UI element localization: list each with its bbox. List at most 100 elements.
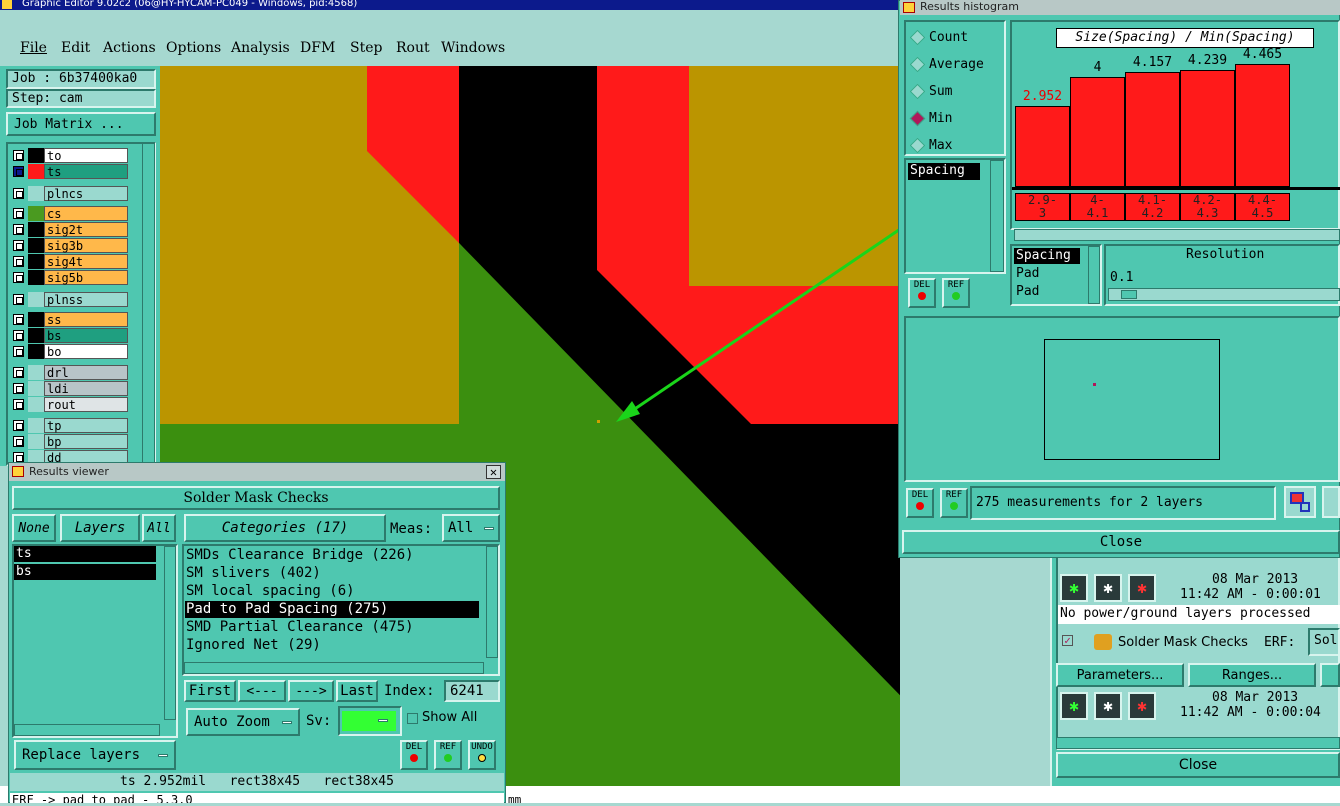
layer-row-to[interactable]: to	[10, 148, 128, 163]
layer-row-plncs[interactable]: plncs	[10, 186, 128, 201]
category-item[interactable]: SMD Partial Clearance (475)	[185, 619, 479, 636]
categories-button[interactable]: Categories (17)	[184, 514, 386, 542]
auto-zoom-select[interactable]: Auto Zoom	[186, 708, 300, 736]
histogram-bar[interactable]	[1070, 77, 1125, 187]
parameters-button[interactable]: Parameters...	[1056, 663, 1184, 687]
layer-checkbox[interactable]	[13, 256, 24, 267]
category-item[interactable]: SM slivers (402)	[185, 565, 479, 582]
run-icon-1[interactable]: ✱	[1060, 574, 1088, 602]
layer-row-tp[interactable]: tp	[10, 418, 128, 433]
last-button[interactable]: Last	[336, 680, 378, 702]
erf-hscroll[interactable]	[1056, 737, 1340, 749]
category-item[interactable]: Ignored Net (29)	[185, 637, 479, 654]
spacing-list-scrollbar[interactable]	[1088, 246, 1100, 304]
layer-row-plnss[interactable]: plnss	[10, 292, 128, 307]
resolution-slider[interactable]	[1108, 288, 1340, 301]
menu-analysis[interactable]: Analysis	[231, 40, 290, 56]
layer-checkbox[interactable]	[13, 436, 24, 447]
replace-layers-select[interactable]: Replace layers	[14, 740, 176, 770]
layer-row-sig5b[interactable]: sig5b	[10, 270, 128, 285]
menu-options[interactable]: Options	[166, 40, 221, 56]
layer-row-cs[interactable]: cs	[10, 206, 128, 221]
rv-layer-item-ts[interactable]: ts	[14, 546, 156, 562]
menu-dfm[interactable]: DFM	[300, 40, 335, 56]
prev-button[interactable]: <---	[238, 680, 286, 702]
menu-edit[interactable]: Edit	[61, 40, 90, 56]
run-icon-5[interactable]: ✱	[1094, 692, 1122, 720]
none-button[interactable]: None	[12, 514, 56, 542]
layer-checkbox[interactable]	[13, 150, 24, 161]
check-enable-checkbox[interactable]: ✓	[1062, 635, 1073, 646]
rv-layer-hscroll[interactable]	[14, 724, 160, 736]
spacing-list-item-2[interactable]: Pad	[1014, 266, 1039, 281]
menu-actions[interactable]: Actions	[103, 40, 156, 56]
resolution-slider-thumb[interactable]	[1121, 290, 1137, 299]
spacing-list-item-3[interactable]: Pad	[1014, 284, 1039, 299]
layer-checkbox[interactable]	[13, 383, 24, 394]
histogram-bar[interactable]	[1015, 106, 1070, 187]
extra-button[interactable]	[1320, 663, 1340, 687]
histogram-close-button[interactable]: Close	[902, 530, 1340, 554]
layer-checkbox[interactable]	[13, 399, 24, 410]
layer-row-ts[interactable]: ts	[10, 164, 128, 179]
erf-close-button[interactable]: Close	[1056, 752, 1340, 778]
layer-row-bo[interactable]: bo	[10, 344, 128, 359]
layer-checkbox[interactable]	[13, 330, 24, 341]
layer-checkbox[interactable]	[13, 188, 24, 199]
preview-ref-button[interactable]: REF	[940, 488, 968, 518]
field-list-item[interactable]: Spacing	[908, 163, 980, 180]
preview-del-button[interactable]: DEL	[906, 488, 934, 518]
run-icon-4[interactable]: ✱	[1060, 692, 1088, 720]
layer-row-bp[interactable]: bp	[10, 434, 128, 449]
rv-undo-button[interactable]: UNDO	[468, 740, 496, 770]
menu-rout[interactable]: Rout	[396, 40, 430, 56]
sv-color-select[interactable]	[338, 706, 402, 736]
layer-list-scrollbar[interactable]	[142, 143, 155, 466]
layer-checkbox[interactable]	[13, 314, 24, 325]
index-input[interactable]: 6241	[444, 680, 500, 702]
layer-row-sig2t[interactable]: sig2t	[10, 222, 128, 237]
layer-row-ldi[interactable]: ldi	[10, 381, 128, 396]
layer-row-sig3b[interactable]: sig3b	[10, 238, 128, 253]
layer-checkbox[interactable]	[13, 224, 24, 235]
show-all-checkbox[interactable]	[407, 713, 418, 724]
run-icon-6[interactable]: ✱	[1128, 692, 1156, 720]
layer-checkbox[interactable]	[13, 272, 24, 283]
layer-checkbox[interactable]	[13, 420, 24, 431]
layer-checkbox[interactable]	[13, 294, 24, 305]
layer-row-ss[interactable]: ss	[10, 312, 128, 327]
layer-checkbox[interactable]	[13, 208, 24, 219]
rv-ref-button[interactable]: REF	[434, 740, 462, 770]
job-matrix-button[interactable]: Job Matrix ...	[6, 112, 156, 136]
category-item[interactable]: SMDs Clearance Bridge (226)	[185, 547, 479, 564]
export-icon-1[interactable]	[1284, 486, 1316, 518]
export-icon-2[interactable]	[1322, 486, 1340, 518]
ranges-button[interactable]: Ranges...	[1188, 663, 1316, 687]
first-button[interactable]: First	[184, 680, 236, 702]
rv-layer-item-bs[interactable]: bs	[14, 564, 156, 580]
layer-checkbox[interactable]	[13, 367, 24, 378]
layer-checkbox[interactable]	[13, 240, 24, 251]
hist-del-button[interactable]: DEL	[908, 278, 936, 308]
histogram-bar[interactable]	[1235, 64, 1290, 187]
category-item[interactable]: SM local spacing (6)	[185, 583, 479, 600]
category-hscroll[interactable]	[184, 662, 484, 674]
layer-row-bs[interactable]: bs	[10, 328, 128, 343]
all-button[interactable]: All	[142, 514, 176, 542]
menu-step[interactable]: Step	[350, 40, 382, 56]
layers-button[interactable]: Layers	[60, 514, 140, 542]
histogram-bar[interactable]	[1125, 72, 1180, 187]
histogram-hscroll[interactable]	[1014, 229, 1340, 241]
run-icon-3[interactable]: ✱	[1128, 574, 1156, 602]
field-list-scrollbar[interactable]	[990, 160, 1004, 272]
layer-checkbox[interactable]	[13, 346, 24, 357]
category-vscroll[interactable]	[486, 546, 498, 658]
layer-row-sig4t[interactable]: sig4t	[10, 254, 128, 269]
spacing-list-item-1[interactable]: Spacing	[1014, 248, 1080, 264]
rv-del-button[interactable]: DEL	[400, 740, 428, 770]
menu-windows[interactable]: Windows	[441, 40, 505, 56]
histogram-bar[interactable]	[1180, 70, 1235, 187]
layer-row-drl[interactable]: drl	[10, 365, 128, 380]
run-icon-2[interactable]: ✱	[1094, 574, 1122, 602]
hist-ref-button[interactable]: REF	[942, 278, 970, 308]
